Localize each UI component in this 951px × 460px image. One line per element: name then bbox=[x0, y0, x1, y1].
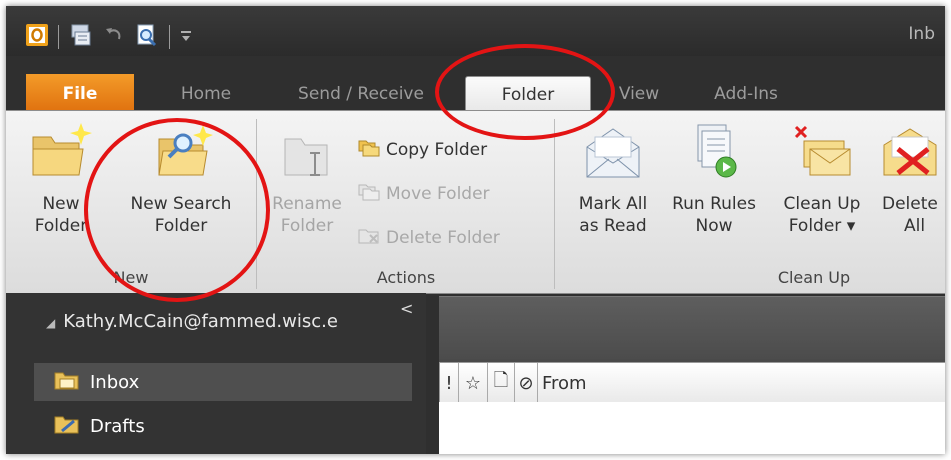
clean-up-folder-label-2: Folder ▾ bbox=[788, 216, 856, 236]
run-rules-label-1: Run Rules bbox=[672, 194, 756, 214]
undo-icon[interactable] bbox=[103, 24, 125, 50]
move-folder-label: Move Folder bbox=[386, 183, 490, 204]
icon-column-header[interactable]: 🗋 bbox=[488, 363, 515, 403]
annotation-circle-folder-tab bbox=[435, 44, 615, 140]
message-list-header: ! ☆ 🗋 ⊘ From bbox=[439, 362, 945, 404]
toolbar-divider bbox=[169, 25, 170, 49]
delete-folder-label: Delete Folder bbox=[386, 227, 500, 248]
delete-all-label-2: All bbox=[904, 216, 926, 236]
group-clean-up-label: Clean Up bbox=[777, 268, 851, 287]
send-receive-icon[interactable] bbox=[69, 23, 93, 51]
print-preview-icon[interactable] bbox=[135, 23, 159, 51]
navigation-pane: < ◢ Kathy.McCain@fammed.wisc.e Inbox Draf… bbox=[6, 293, 426, 454]
mark-all-read-button[interactable]: Mark All as Read bbox=[568, 119, 658, 236]
message-list-body[interactable] bbox=[439, 402, 945, 454]
group-actions-label: Actions bbox=[376, 268, 436, 287]
copy-folder-label: Copy Folder bbox=[386, 139, 488, 160]
folder-item-partial-icon bbox=[54, 445, 80, 454]
clean-up-folder-icon bbox=[790, 125, 854, 188]
folder-item-drafts[interactable]: Drafts bbox=[34, 407, 412, 445]
customize-toolbar-icon[interactable] bbox=[180, 26, 192, 48]
new-folder-icon bbox=[29, 123, 93, 188]
toolbar-divider bbox=[58, 25, 59, 49]
run-rules-label-2: Now bbox=[695, 216, 733, 236]
delete-folder-button[interactable]: Delete Folder bbox=[358, 225, 500, 250]
copy-folder-button[interactable]: Copy Folder bbox=[358, 137, 487, 162]
clean-up-folder-label-1: Clean Up bbox=[783, 194, 861, 214]
rename-folder-button[interactable]: Rename Folder bbox=[264, 119, 350, 236]
screenshot-frame: Inb File Home Send / Receive Folder View… bbox=[0, 0, 951, 460]
rename-folder-icon bbox=[277, 138, 337, 188]
quick-access-toolbar bbox=[26, 23, 202, 51]
run-rules-now-button[interactable]: Run Rules Now bbox=[664, 119, 764, 236]
move-folder-button[interactable]: Move Folder bbox=[358, 181, 490, 206]
expand-triangle-icon[interactable]: ◢ bbox=[46, 316, 55, 330]
tab-send-receive[interactable]: Send / Receive bbox=[276, 76, 446, 114]
folder-label: Drafts bbox=[90, 415, 145, 437]
tab-home[interactable]: Home bbox=[156, 76, 256, 114]
group-clean-up: Mark All as Read Run Rules Now Clean Up … bbox=[556, 111, 945, 293]
mark-all-read-label-2: as Read bbox=[579, 216, 647, 236]
delete-all-icon bbox=[878, 128, 942, 188]
mark-all-read-icon bbox=[581, 128, 645, 188]
reminder-column-header[interactable]: ☆ bbox=[459, 363, 488, 403]
clean-up-folder-button[interactable]: Clean Up Folder ▾ bbox=[770, 119, 874, 236]
collapse-pane-icon[interactable]: < bbox=[400, 299, 413, 318]
tab-file[interactable]: File bbox=[26, 74, 134, 114]
account-label: Kathy.McCain@fammed.wisc.e bbox=[63, 311, 338, 332]
delete-folder-icon bbox=[358, 225, 380, 250]
move-folder-icon bbox=[358, 181, 380, 206]
account-node[interactable]: ◢ Kathy.McCain@fammed.wisc.e bbox=[46, 311, 338, 332]
delete-all-button[interactable]: Delete All bbox=[878, 119, 945, 236]
search-strip bbox=[439, 296, 945, 359]
inbox-folder-icon bbox=[54, 369, 80, 396]
window-title: Inb bbox=[908, 24, 935, 44]
delete-all-label-1: Delete bbox=[882, 194, 938, 214]
rename-folder-label-1: Rename bbox=[272, 194, 342, 214]
mark-all-read-label-1: Mark All bbox=[578, 194, 648, 214]
tab-add-ins[interactable]: Add-Ins bbox=[696, 76, 796, 114]
rename-folder-label-2: Folder bbox=[280, 216, 334, 236]
folder-label: Inbox bbox=[90, 371, 140, 393]
group-divider bbox=[554, 119, 555, 289]
run-rules-icon bbox=[682, 124, 746, 188]
message-list-pane: ! ☆ 🗋 ⊘ From bbox=[439, 296, 945, 454]
drafts-folder-icon bbox=[54, 413, 80, 440]
importance-column-header[interactable]: ! bbox=[440, 363, 459, 403]
from-column-header[interactable]: From bbox=[538, 373, 587, 394]
attachment-column-header[interactable]: ⊘ bbox=[515, 363, 538, 403]
outlook-logo-icon[interactable] bbox=[26, 24, 48, 50]
folder-item-inbox[interactable]: Inbox bbox=[34, 363, 412, 401]
annotation-circle-new-search-folder bbox=[84, 118, 270, 302]
copy-folder-icon bbox=[358, 137, 380, 162]
title-bar: Inb bbox=[6, 6, 945, 56]
